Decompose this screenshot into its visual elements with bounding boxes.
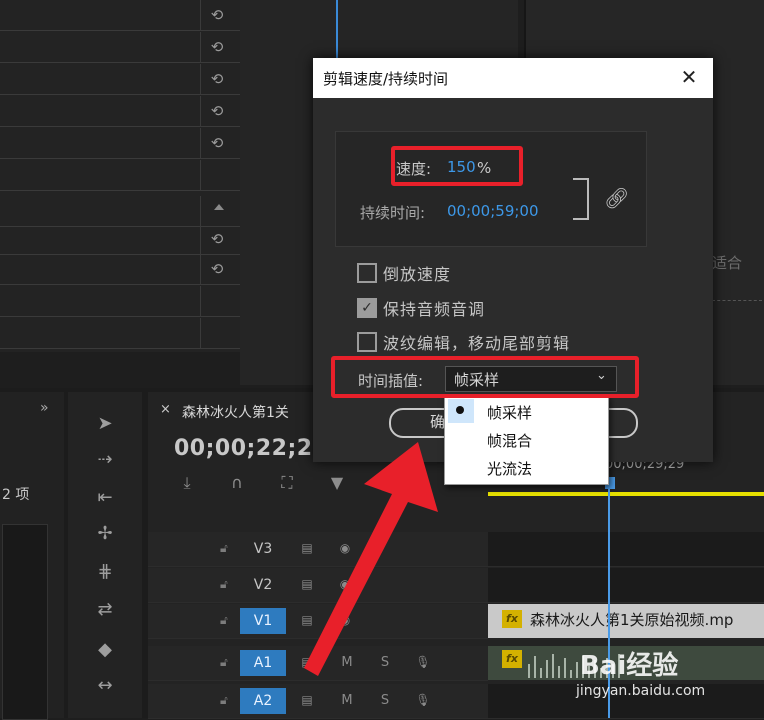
fx-row: ⟲ (0, 64, 240, 95)
track-label[interactable]: V1 (240, 608, 286, 634)
slide-tool-icon[interactable]: ↔ (90, 674, 120, 698)
track-lane-v2[interactable] (488, 568, 764, 603)
maintain-pitch-checkbox[interactable]: ✓ (357, 298, 377, 318)
interpolation-highlight (331, 356, 639, 398)
close-icon[interactable]: ✕ (676, 64, 702, 90)
track-label[interactable]: A1 (240, 650, 286, 676)
chain-link-icon[interactable]: 🔗︎ (604, 186, 629, 210)
snap-icon[interactable]: ∩ (226, 472, 248, 494)
fit-label: 适合 (712, 254, 743, 272)
ripple-edit-checkbox[interactable] (357, 332, 377, 352)
option-frame-blending[interactable]: 帧混合 (487, 430, 532, 451)
reset-icon[interactable]: ⟲ (208, 38, 226, 56)
solo-button[interactable]: S (376, 693, 394, 709)
selection-tool-icon[interactable]: ➤ (90, 412, 120, 436)
reset-icon[interactable]: ⟲ (208, 6, 226, 24)
rolling-edit-tool-icon[interactable]: ✢ (90, 522, 120, 546)
project-item-count: 2 项 (2, 487, 30, 503)
lock-icon[interactable]: 🔓︎ (220, 541, 234, 555)
reset-icon[interactable]: ⟲ (208, 260, 226, 278)
track-label[interactable]: V3 (240, 536, 286, 562)
track-label[interactable]: V2 (240, 572, 286, 598)
annotation-arrow-icon (304, 442, 438, 676)
rate-stretch-tool-icon[interactable]: ⋕ (90, 560, 120, 584)
fx-row: ⟲ (0, 96, 240, 127)
reverse-speed-checkbox[interactable] (357, 263, 377, 283)
lock-icon[interactable]: 🔓︎ (220, 655, 234, 669)
nest-icon[interactable]: ⤓ (176, 472, 198, 494)
track-select-tool-icon[interactable]: ⇢ (90, 448, 120, 472)
fx-row (0, 196, 240, 227)
speed-highlight (391, 146, 523, 186)
fx-row: ⟲ (0, 32, 240, 63)
collapse-up-icon[interactable] (214, 204, 224, 210)
slip-tool-icon[interactable]: ⇄ (90, 598, 120, 622)
fx-row: ⟲ (0, 0, 240, 31)
dialog-title: 剪辑速度/持续时间 (323, 70, 449, 88)
sync-lock-icon[interactable]: ▤ (298, 693, 316, 709)
fx-row (0, 286, 240, 317)
playhead-line-top (336, 0, 338, 58)
fx-row (0, 318, 240, 349)
option-optical-flow[interactable]: 光流法 (487, 458, 532, 479)
lock-icon[interactable]: 🔓︎ (220, 613, 234, 627)
project-bin (2, 524, 48, 720)
fx-row: ⟲ (0, 224, 240, 255)
effect-controls-panel: ⟲ ⟲ ⟲ ⟲ ⟲ ⟲ ⟲ (0, 0, 240, 352)
fx-row: ⟲ (0, 254, 240, 285)
track-lane-v3[interactable] (488, 532, 764, 567)
reverse-speed-label: 倒放速度 (383, 265, 452, 284)
razor-tool-icon[interactable]: ◆ (90, 638, 120, 662)
close-tab-icon[interactable]: × (160, 402, 171, 417)
track-header-a2: 🔓︎ A2 ▤ M S 🎙︎ (148, 684, 488, 719)
reset-icon[interactable]: ⟲ (208, 70, 226, 88)
maintain-pitch-label: 保持音频音调 (383, 300, 486, 319)
ripple-edit-label: 波纹编辑，移动尾部剪辑 (383, 334, 571, 353)
sequence-tab[interactable]: 森林冰火人第1关 (182, 402, 289, 422)
reset-icon[interactable]: ⟲ (208, 134, 226, 152)
track-label[interactable]: A2 (240, 688, 286, 714)
radio-dot-icon (456, 406, 464, 414)
fx-badge: fx (502, 610, 522, 628)
watermark-url: jingyan.baidu.com (576, 683, 706, 699)
microphone-icon[interactable]: 🎙︎ (414, 693, 432, 709)
watermark-logo: Bai经验 (580, 651, 679, 681)
duration-label: 持续时间: (360, 204, 426, 222)
fx-row: ⟲ (0, 128, 240, 159)
mute-button[interactable]: M (338, 693, 356, 709)
fx-badge: fx (502, 650, 522, 668)
tools-panel: ➤ ⇢ ⇤ ✢ ⋕ ⇄ ◆ ↔ (68, 392, 142, 718)
work-area-bar[interactable] (488, 492, 764, 496)
reset-icon[interactable]: ⟲ (208, 230, 226, 248)
lock-icon[interactable]: 🔓︎ (220, 693, 234, 707)
link-bracket (573, 178, 589, 220)
ok-button-label: 确 (430, 413, 446, 431)
lock-icon[interactable]: 🔓︎ (220, 577, 234, 591)
ripple-edit-tool-icon[interactable]: ⇤ (90, 486, 120, 510)
fx-row (0, 160, 240, 191)
panel-overflow-icon[interactable]: » (40, 400, 49, 416)
divider (712, 300, 762, 307)
reset-icon[interactable]: ⟲ (208, 102, 226, 120)
duration-input[interactable]: 00;00;59;00 (447, 202, 539, 220)
option-frame-sampling[interactable]: 帧采样 (487, 402, 532, 423)
clip-name: 森林冰火人第1关原始视频.mp (530, 611, 734, 629)
